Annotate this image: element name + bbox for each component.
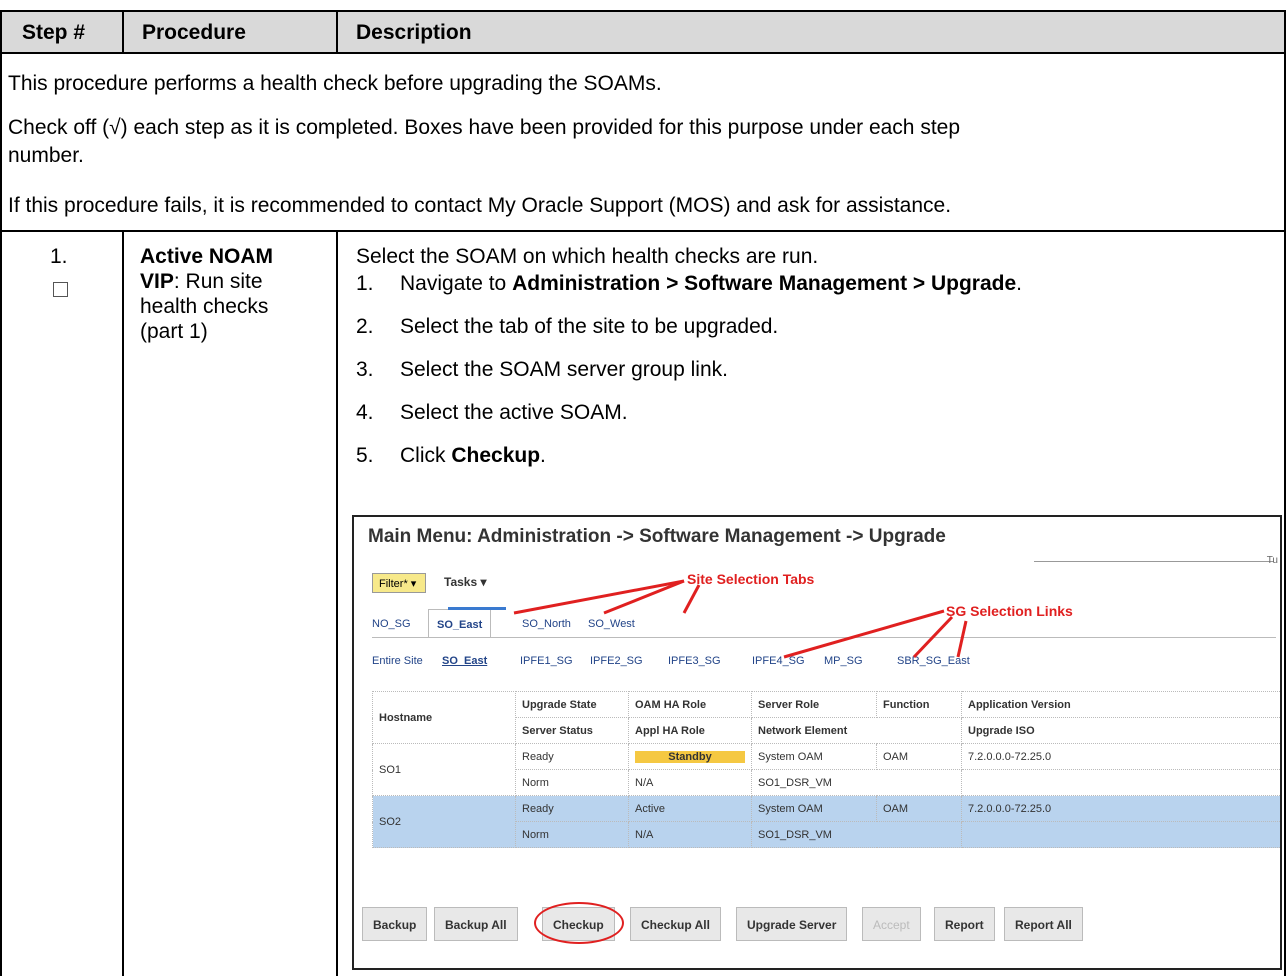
intro-line-2b: number. [8, 144, 84, 167]
step-number: 1. [50, 245, 68, 268]
item-post: . [540, 444, 546, 467]
proc-run-site: : Run site [173, 270, 263, 293]
border-left-header [0, 10, 2, 54]
header-procedure: Procedure [142, 21, 246, 44]
item-number: 1. [356, 272, 374, 295]
arrow-to-so-west [682, 584, 701, 614]
list-item: 4. Select the active SOAM. [356, 399, 1022, 442]
description-lead: Select the SOAM on which health checks a… [356, 245, 819, 268]
table-header: Step # Procedure Description [0, 10, 1286, 54]
proc-line-1: Active NOAM [140, 245, 274, 268]
list-item: 1. Navigate to Administration > Software … [356, 270, 1022, 313]
intro-line-2a: Check off (√) each step as it is complet… [8, 116, 961, 139]
item-text: Select the SOAM server group link. [400, 358, 728, 381]
border-col2-header [336, 10, 338, 54]
item-text: Select the active SOAM. [400, 401, 628, 424]
proc-line-4: (part 1) [140, 320, 208, 343]
proc-vip: VIP [140, 270, 174, 293]
arrow-to-ipfe4 [912, 615, 954, 659]
item-text: Select the tab of the site to be upgrade… [400, 315, 779, 338]
border-left [0, 54, 2, 976]
intro-line-3: If this procedure fails, it is recommend… [8, 194, 952, 217]
proc-line-2: VIP: Run site [140, 268, 263, 296]
list-item: 3. Select the SOAM server group link. [356, 356, 1022, 399]
annotation-arrows [513, 579, 968, 659]
border-col2 [336, 230, 338, 976]
item-text: Click [400, 444, 452, 467]
arrow-to-mp-sg [956, 620, 968, 658]
list-item: 2. Select the tab of the site to be upgra… [356, 313, 1022, 356]
item-number: 5. [356, 444, 374, 467]
border-col1-header [122, 10, 124, 54]
item-text: Navigate to [400, 272, 513, 295]
item-number: 2. [356, 315, 374, 338]
item-bold: Checkup [451, 444, 541, 467]
list-item: 5. Click Checkup. [356, 442, 1022, 485]
border-col1 [122, 230, 124, 976]
arrow-to-so-north [603, 579, 685, 615]
item-post: . [1016, 272, 1023, 295]
proc-line-3: health checks [140, 295, 269, 318]
arrow-to-so-east [513, 579, 685, 615]
step-checkbox[interactable] [53, 282, 68, 297]
instruction-list: 1. Navigate to Administration > Software … [356, 270, 1022, 485]
intro-line-1: This procedure performs a health check b… [8, 72, 662, 95]
intro-bottom-border [0, 230, 1286, 232]
header-step: Step # [22, 21, 86, 44]
upgrade-screenshot: Main Menu: Administration -> Software Ma… [352, 515, 1282, 970]
procedure-table: Step # Procedure Description This proced… [0, 0, 1286, 976]
item-number: 3. [356, 358, 374, 381]
item-number: 4. [356, 401, 374, 424]
header-description: Description [356, 21, 472, 44]
item-bold: Administration > Software Management > U… [512, 272, 1017, 295]
